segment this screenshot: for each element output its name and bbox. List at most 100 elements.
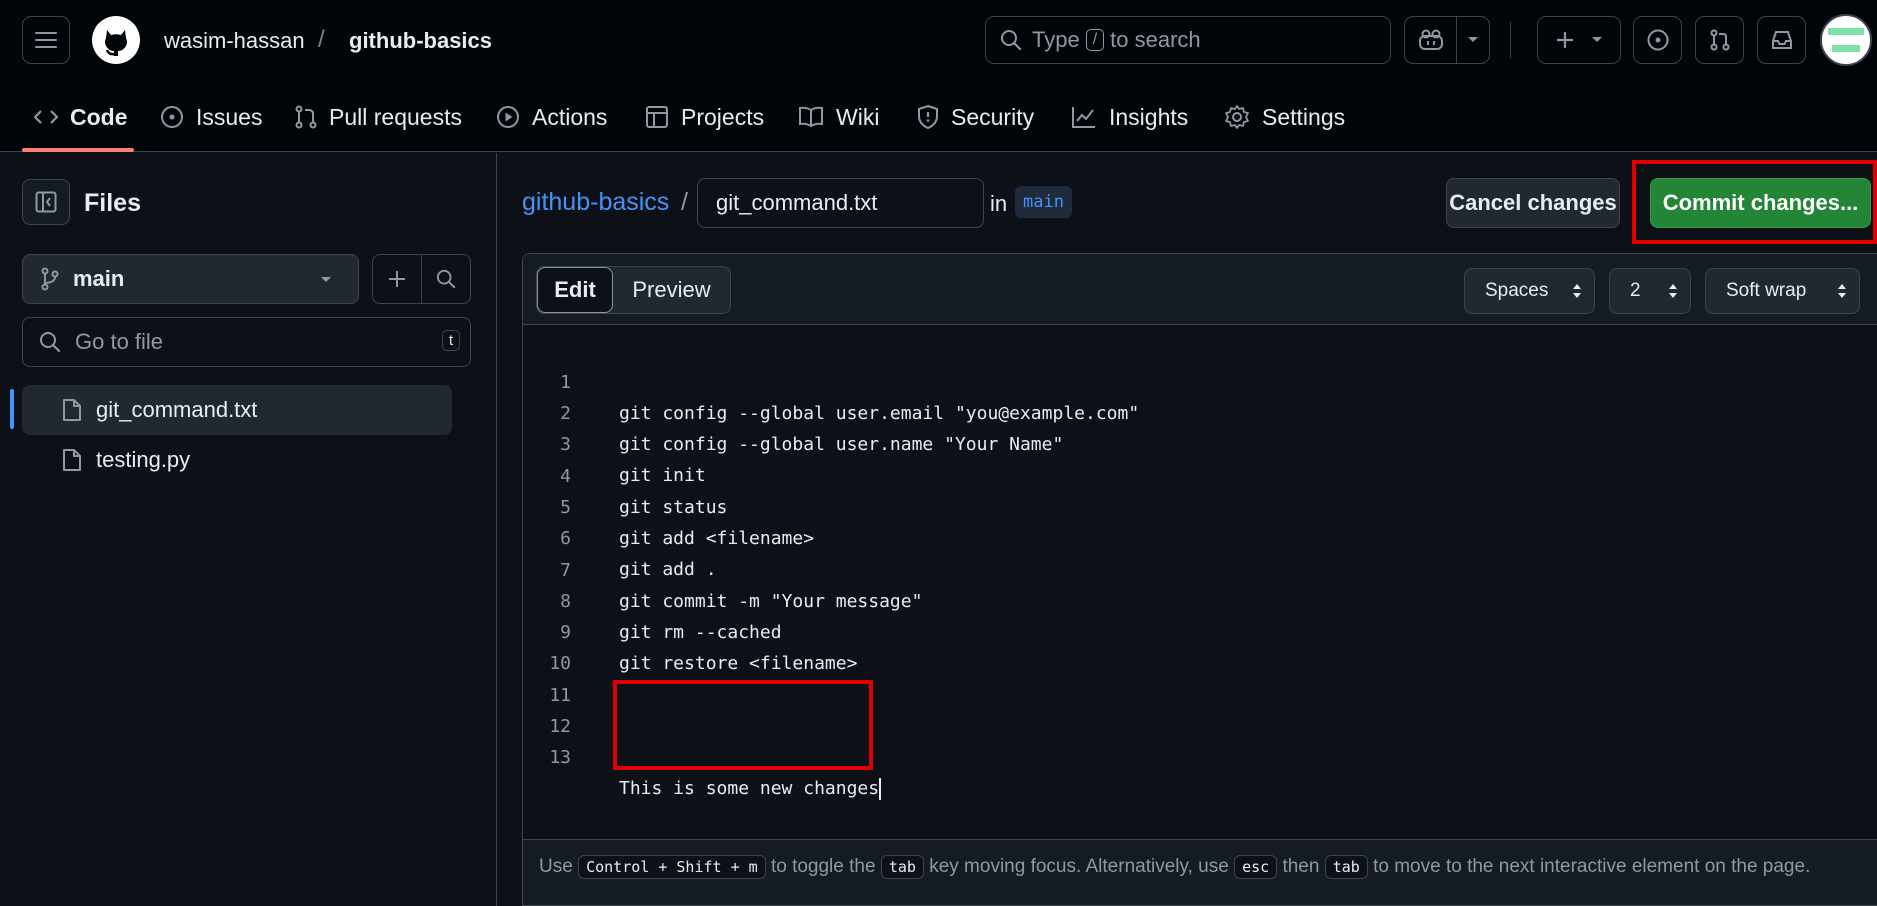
go-to-file-placeholder: Go to file [75, 329, 164, 354]
tab-insights-label: Insights [1109, 103, 1189, 130]
code-line: 10 [523, 617, 1877, 674]
git-branch-icon [41, 267, 59, 291]
go-to-file-shortcut: t [441, 330, 460, 351]
code-line: 3 git init [523, 398, 1877, 486]
book-icon [799, 106, 823, 128]
file-tree-item-label: testing.py [96, 447, 191, 472]
play-icon [497, 106, 519, 128]
active-file-indicator [10, 389, 14, 429]
line-number: 13 [549, 747, 571, 768]
select-arrows-icon [1669, 284, 1677, 298]
pull-requests-header-button[interactable] [1695, 16, 1744, 64]
indent-mode-value: Spaces [1485, 280, 1549, 301]
collapse-sidebar-button[interactable] [22, 179, 70, 225]
branch-selector[interactable]: main [22, 254, 359, 304]
search-icon [436, 269, 456, 289]
code-line: 11 [523, 649, 1877, 706]
add-file-button[interactable] [373, 255, 421, 303]
plus-icon [1557, 32, 1573, 48]
header-divider [1510, 22, 1511, 58]
cancel-changes-button[interactable]: Cancel changes [1446, 178, 1620, 228]
tab-preview[interactable]: Preview [613, 267, 730, 313]
tab-wiki[interactable]: Wiki [798, 82, 879, 152]
select-arrows-icon [1838, 284, 1846, 298]
code-line: 6 git add . [523, 492, 1877, 580]
path-repo-link[interactable]: github-basics [522, 188, 669, 217]
plus-icon [389, 271, 405, 287]
file-tree-item-label: git_command.txt [96, 397, 258, 422]
inbox-button[interactable] [1757, 16, 1806, 64]
inbox-icon [1771, 31, 1792, 49]
in-label: in [990, 191, 1008, 216]
sidebar-collapse-icon [35, 191, 57, 213]
help-text-segment: then [1282, 856, 1320, 877]
branch-chip: main [1015, 186, 1072, 218]
breadcrumb-owner[interactable]: wasim-hassan [164, 28, 305, 54]
go-to-file-input[interactable]: Go to file t [22, 317, 471, 367]
help-text-segment: to move to the next interactive element … [1373, 856, 1811, 877]
create-new-button[interactable] [1537, 16, 1621, 64]
repo-nav: Code Issues Pull requests Actions Projec… [0, 82, 1877, 152]
indent-mode-select[interactable]: Spaces [1464, 268, 1595, 314]
help-text-segment: key moving focus. Alternatively, use [929, 856, 1229, 877]
help-text-segment: to toggle the [770, 856, 876, 877]
search-prefix: Type [1032, 27, 1080, 52]
annotation-highlight-commit [1632, 160, 1877, 244]
search-files-button[interactable] [421, 255, 470, 303]
tab-actions-label: Actions [532, 103, 608, 130]
wrap-mode-value: Soft wrap [1726, 280, 1807, 301]
path-separator: / [681, 188, 688, 216]
top-header: wasim-hassan / github-basics Type / to s… [0, 0, 1877, 82]
filename-input[interactable] [697, 178, 984, 228]
indent-size-value: 2 [1630, 280, 1641, 301]
breadcrumb-repo[interactable]: github-basics [349, 28, 492, 54]
tab-settings[interactable]: Settings [1224, 82, 1345, 152]
tab-security[interactable]: Security [917, 82, 1034, 152]
tab-code[interactable]: Code [34, 82, 128, 152]
sidebar-actions [372, 254, 471, 304]
file-icon [63, 399, 81, 421]
hamburger-menu-button[interactable] [22, 16, 70, 64]
tab-wiki-label: Wiki [836, 103, 880, 130]
keyboard-shortcut: Control + Shift + m [578, 854, 766, 879]
editor-toolbar: Edit Preview Spaces 2 Soft wrap [523, 254, 1877, 325]
editor-help-text: Use Control + Shift + m to toggle the ta… [523, 839, 1877, 905]
file-tree-item[interactable]: testing.py [22, 435, 452, 485]
file-tree-item[interactable]: git_command.txt [22, 385, 452, 435]
code-line: 1 git config --global user.email "you@ex… [523, 336, 1877, 424]
copilot-button[interactable] [1404, 16, 1490, 64]
keyboard-key: tab [880, 854, 924, 879]
help-text-segment: Use [539, 856, 573, 877]
tab-pull-requests-label: Pull requests [329, 103, 462, 130]
chevron-down-icon [1592, 37, 1602, 42]
search-icon [40, 332, 61, 353]
hamburger-icon [35, 32, 57, 48]
github-logo-icon[interactable] [92, 16, 140, 64]
search-shortcut-key: / [1085, 29, 1105, 51]
search-input[interactable]: Type / to search [985, 16, 1391, 64]
code-line: 4 git status [523, 430, 1877, 518]
line-content: This is some new changes [619, 778, 880, 799]
tab-projects[interactable]: Projects [645, 82, 764, 152]
tab-insights[interactable]: Insights [1071, 82, 1188, 152]
issue-opened-icon [1647, 29, 1668, 51]
line-content-wrapper: This is some new changes [619, 773, 882, 804]
tab-actions[interactable]: Actions [496, 82, 607, 152]
code-line: 7 git commit -m "Your message" [523, 524, 1877, 612]
indent-size-select[interactable]: 2 [1609, 268, 1691, 314]
table-icon [646, 106, 668, 128]
graph-icon [1072, 107, 1095, 128]
wrap-mode-select[interactable]: Soft wrap [1705, 268, 1860, 314]
file-tree-sidebar: Files main Go to file t git_command.txt … [0, 153, 497, 906]
git-pull-request-icon [1710, 29, 1729, 51]
code-line: 2 git config --global user.name "Your Na… [523, 367, 1877, 455]
tab-pull-requests[interactable]: Pull requests [295, 82, 462, 152]
search-suffix: to search [1110, 27, 1201, 52]
copilot-icon [1418, 29, 1443, 50]
tab-projects-label: Projects [681, 103, 765, 130]
avatar[interactable] [1820, 14, 1872, 66]
tab-issues[interactable]: Issues [160, 82, 262, 152]
tab-edit[interactable]: Edit [537, 267, 613, 313]
issues-header-button[interactable] [1633, 16, 1682, 64]
code-line: 8 git rm --cached [523, 555, 1877, 643]
